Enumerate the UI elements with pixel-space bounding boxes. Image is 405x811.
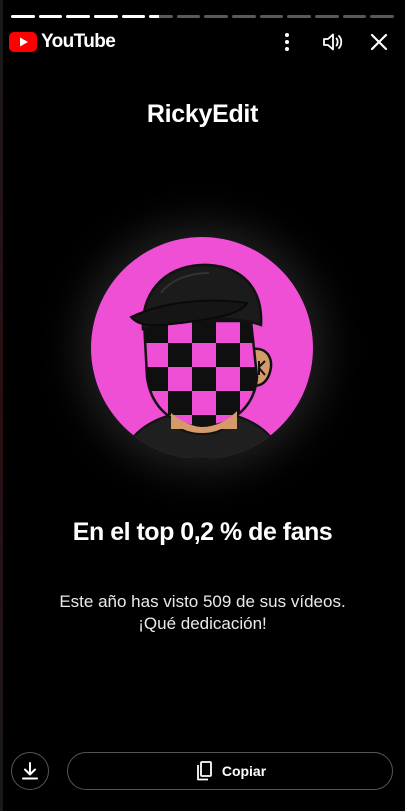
download-button[interactable]: [11, 752, 49, 790]
progress-segment: [287, 15, 312, 18]
logo-text: YouTube: [41, 31, 116, 52]
progress-segment: [66, 15, 90, 18]
progress-segment: [370, 15, 394, 18]
top-bar: YouTube: [9, 28, 391, 56]
volume-icon[interactable]: [321, 30, 345, 54]
creator-name: RickyEdit: [146, 100, 259, 128]
story-progress-bar: [11, 15, 394, 18]
progress-segment: [11, 15, 35, 18]
progress-segment: [149, 15, 173, 18]
progress-segment: [342, 15, 367, 18]
progress-segment: [38, 15, 63, 18]
progress-segment: [121, 15, 146, 18]
progress-segment: [93, 15, 118, 18]
stat-line-2: ¡Qué dedicación!: [138, 614, 267, 633]
creator-avatar: [91, 237, 313, 459]
more-vert-icon[interactable]: [275, 30, 299, 54]
progress-segment: [259, 15, 284, 18]
story-screen: YouTube RickyEdit En el top 0,2 % de fan…: [0, 0, 405, 811]
close-icon[interactable]: [367, 30, 391, 54]
stat-line-1: Este año has visto 509 de sus vídeos.: [59, 592, 346, 611]
progress-segment: [176, 15, 201, 18]
download-icon: [22, 762, 38, 780]
progress-segment: [204, 15, 229, 18]
youtube-play-icon: [9, 32, 37, 52]
stat-headline: En el top 0,2 % de fans: [72, 518, 333, 546]
progress-segment: [315, 15, 339, 18]
youtube-logo[interactable]: YouTube: [9, 31, 116, 53]
stat-description: Este año has visto 509 de sus vídeos. ¡Q…: [20, 591, 385, 635]
copy-label: Copiar: [221, 763, 267, 779]
copy-icon: [196, 761, 212, 781]
progress-segment: [232, 15, 256, 18]
copy-button[interactable]: Copiar: [67, 752, 393, 790]
